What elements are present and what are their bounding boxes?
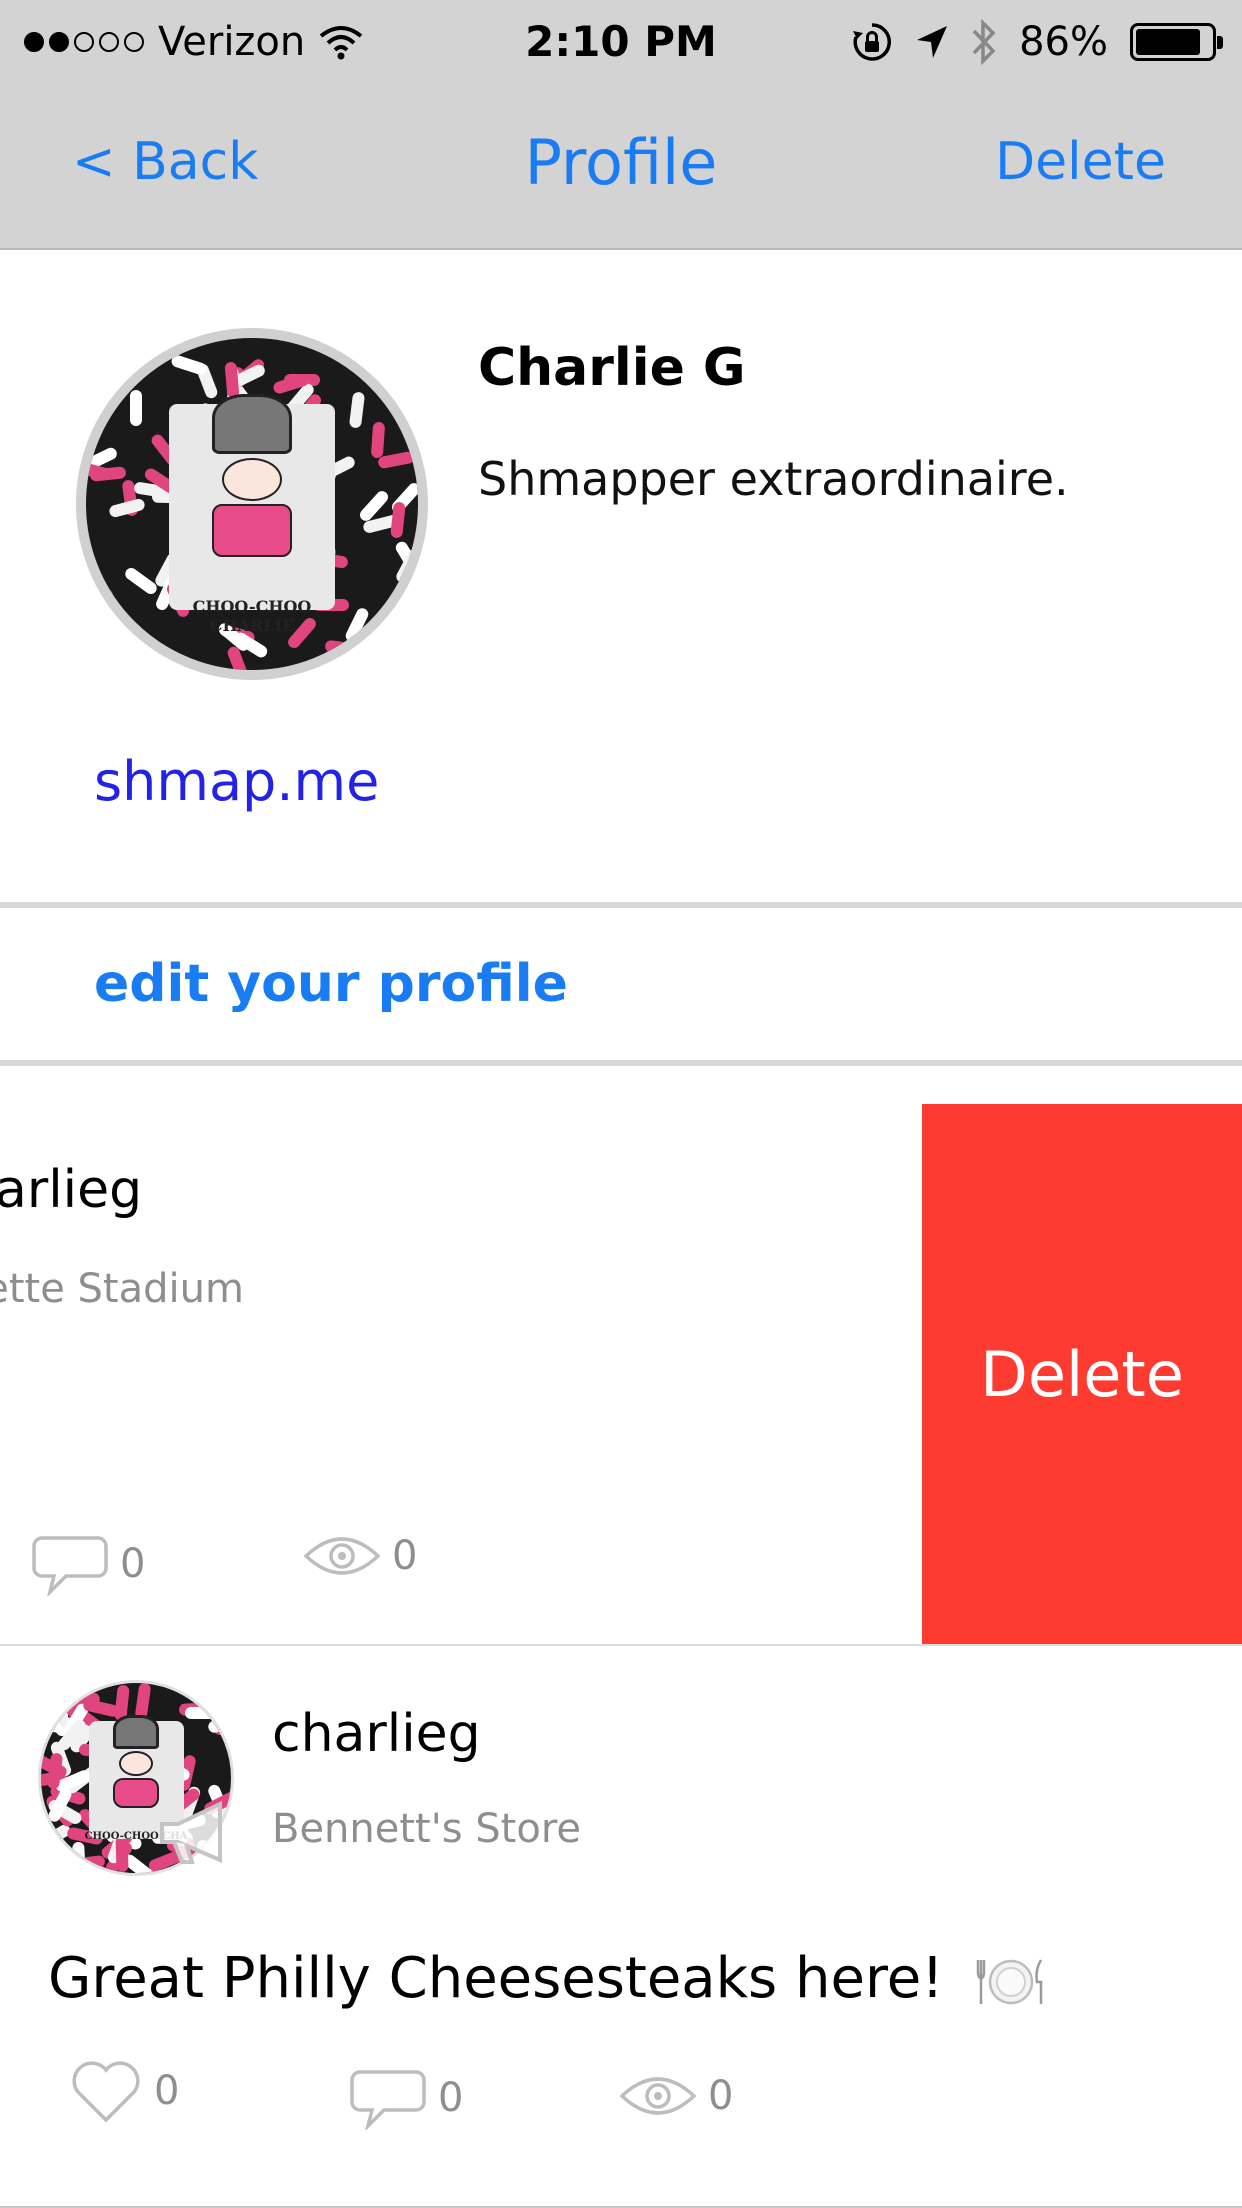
post-content: harlieg llette Stadium 0 0 — [0, 1066, 922, 1644]
sprinkle-decoration — [389, 501, 406, 539]
view-count-value: 0 — [708, 2073, 734, 2119]
comment-bubble-icon — [32, 1536, 108, 1596]
post-location[interactable]: Bennett's Store — [272, 1806, 581, 1852]
like-count[interactable]: 0 — [70, 2058, 179, 2124]
comment-count[interactable]: 0 — [32, 1532, 145, 1596]
sprinkle-decoration — [107, 497, 146, 519]
post-card[interactable]: CHOO-CHOO CHA charlieg Bennett's Store G… — [0, 1646, 1242, 2208]
view-count: 0 — [620, 2072, 733, 2120]
status-bar: Verizon 2:10 PM 86% — [0, 0, 1242, 84]
delete-button[interactable]: Delete — [995, 132, 1166, 192]
profile-bio: Shmapper extraordinaire. — [478, 452, 1069, 506]
profile-avatar[interactable]: CHOO-CHOO CHARLIE — [76, 328, 428, 680]
comment-count[interactable]: 0 — [350, 2066, 463, 2130]
profile-name: Charlie G — [478, 338, 746, 398]
comment-count-value: 0 — [120, 1541, 146, 1587]
sprinkle-decoration — [226, 645, 251, 670]
eye-icon — [304, 1537, 380, 1575]
sprinkle-decoration — [129, 390, 142, 427]
profile-header: CHOO-CHOO CHARLIE Charlie G Shmapper ext… — [0, 252, 1242, 902]
navigation-bar: < Back Profile Delete — [0, 84, 1242, 250]
post-card-swiped[interactable]: harlieg llette Stadium 0 0 Delete — [0, 1066, 1242, 1644]
view-count: 0 — [304, 1532, 417, 1580]
rotation-lock-icon — [853, 23, 892, 61]
profile-screen: Verizon 2:10 PM 86% < Back Profile Delet… — [0, 0, 1242, 2208]
sprinkle-decoration — [123, 565, 160, 597]
location-arrow-icon — [917, 26, 948, 58]
post-username[interactable]: charlieg — [272, 1704, 481, 1764]
profile-website-link[interactable]: shmap.me — [94, 750, 379, 813]
comment-count-value: 0 — [438, 2075, 464, 2121]
view-count-value: 0 — [392, 1533, 418, 1579]
megaphone-icon — [160, 1800, 222, 1864]
bluetooth-icon — [972, 19, 996, 65]
sprinkle-decoration — [387, 632, 414, 670]
sprinkle-decoration — [348, 391, 365, 429]
battery-percent: 86% — [1019, 19, 1108, 65]
post-username[interactable]: harlieg — [0, 1160, 142, 1220]
sprinkle-decoration — [370, 421, 385, 459]
edit-profile-row[interactable]: edit your profile — [0, 908, 1242, 1060]
like-count-value: 0 — [154, 2068, 180, 2114]
sprinkle-decoration — [377, 450, 416, 469]
heart-icon — [72, 2061, 140, 2123]
status-right: 86% — [851, 14, 1223, 70]
comment-bubble-icon — [350, 2070, 426, 2130]
plate-cutlery-icon — [977, 1959, 1043, 2005]
edit-profile-link[interactable]: edit your profile — [94, 954, 568, 1014]
sprinkle-decoration — [324, 639, 362, 656]
post-location[interactable]: llette Stadium — [0, 1266, 244, 1312]
swipe-delete-button[interactable]: Delete — [922, 1104, 1242, 1644]
battery-level-fill — [1136, 29, 1200, 55]
sprinkle-decoration — [169, 354, 208, 377]
sprinkle-decoration — [86, 588, 114, 606]
battery-icon — [1130, 23, 1223, 61]
post-text-body: Great Philly Cheesesteaks here! — [48, 1946, 944, 2011]
avatar-caption: CHOO-CHOO CHARLIE — [192, 596, 312, 635]
eye-icon — [620, 2077, 696, 2115]
sprinkle-decoration — [135, 1683, 152, 1720]
post-text: Great Philly Cheesesteaks here! — [48, 1946, 1047, 2011]
